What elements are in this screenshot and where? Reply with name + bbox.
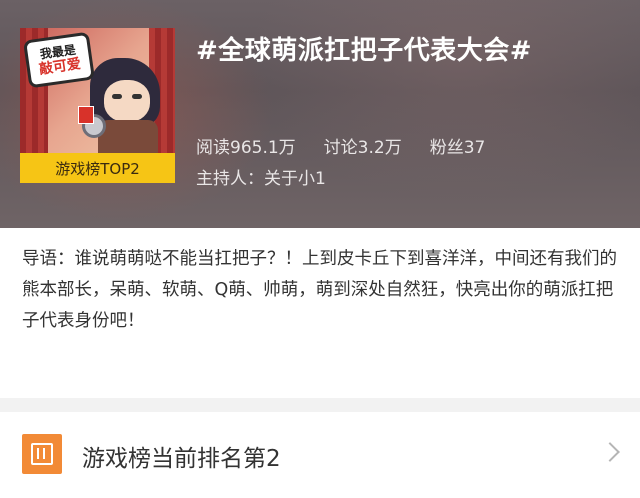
rank-badge: 游戏榜TOP2 <box>20 153 175 183</box>
character-eye-right <box>132 94 142 99</box>
topic-stats: 阅读965.1万 讨论3.2万 粉丝37 <box>196 133 485 158</box>
intro-text: 导语：谁说萌萌哒不能当扛把子？！上到皮卡丘下到喜洋洋，中间还有我们的熊本部长，呆… <box>22 249 617 331</box>
topic-host[interactable]: 主持人：关于小1 <box>196 164 326 189</box>
topic-intro: 导语：谁说萌萌哒不能当扛把子？！上到皮卡丘下到喜洋洋，中间还有我们的熊本部长，呆… <box>0 228 640 398</box>
topic-title: #全球萌派扛把子代表大会# <box>196 36 533 66</box>
ranking-icon <box>22 434 62 474</box>
character-badge <box>78 106 94 124</box>
topic-cover-image[interactable]: 我最是 敲可爱 游戏榜TOP2 <box>20 28 175 183</box>
ranking-row[interactable]: 游戏榜当前排名第2 <box>0 412 640 498</box>
topic-header: 我最是 敲可爱 游戏榜TOP2 #全球萌派扛把子代表大会# 阅读965.1万 讨… <box>0 0 640 228</box>
rank-badge-label: 游戏榜TOP2 <box>55 159 140 178</box>
discussion-count: 讨论3.2万 <box>323 138 402 158</box>
character-face <box>104 80 150 122</box>
ranking-icon-glyph <box>31 443 53 465</box>
ranking-label: 游戏榜当前排名第2 <box>82 446 281 472</box>
character-eye-left <box>112 94 122 99</box>
fan-count[interactable]: 粉丝37 <box>430 133 486 158</box>
speech-bubble: 我最是 敲可爱 <box>22 31 96 89</box>
chevron-right-icon <box>600 442 620 462</box>
speech-bubble-line2: 敲可爱 <box>38 56 82 78</box>
read-count: 阅读965.1万 <box>196 138 296 158</box>
